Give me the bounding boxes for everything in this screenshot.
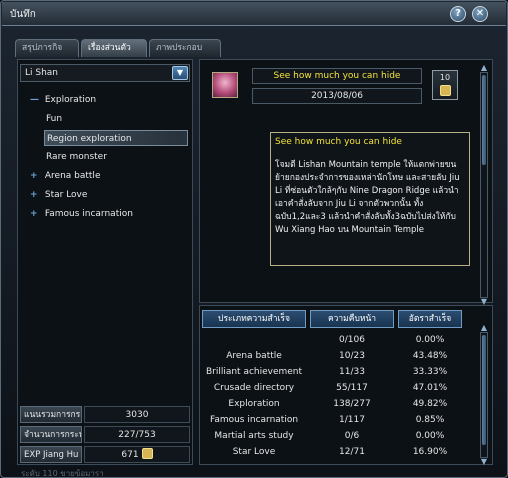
achievement-table: ประเภทความสำเร็จ ความคืบหน้า อัตราสำเร็จ…	[199, 305, 493, 466]
cell-rate: 33.33%	[412, 367, 448, 377]
column-header-category[interactable]: ประเภทความสำเร็จ	[202, 310, 306, 328]
cell-category: Brilliant achievement	[205, 367, 303, 377]
stat-value: 671	[121, 450, 139, 460]
tree-item-exploration[interactable]: — Exploration	[30, 92, 96, 108]
cell-rate: 0.85%	[415, 415, 445, 425]
tree-item-fun[interactable]: Fun	[46, 111, 62, 127]
tree-item-rare-monster[interactable]: Rare monster	[46, 149, 107, 165]
reward-slot[interactable]: 10	[432, 70, 458, 100]
cell-rate: 16.90%	[412, 447, 448, 457]
stat-label: EXP Jiang Hu	[20, 446, 82, 463]
chevron-down-icon[interactable]: ▼	[172, 66, 188, 80]
cell-category: Crusade directory	[213, 383, 295, 393]
collapse-icon[interactable]: —	[30, 92, 42, 108]
character-portrait	[212, 72, 238, 98]
coin-icon	[141, 448, 153, 459]
description-body: โจมตี Lishan Mountain temple ให้แตกพ่ายข…	[275, 160, 460, 235]
cell-progress: 55/117	[336, 383, 368, 393]
stat-value: 3030	[84, 406, 190, 423]
tree-item-label: Star Love	[44, 190, 88, 200]
character-select[interactable]: Li Shan ▼	[20, 64, 190, 82]
description-title: See how much you can hide	[275, 137, 402, 147]
tree-item-famous-incarnation[interactable]: + Famous incarnation	[30, 206, 133, 222]
cell-category: Star Love	[232, 447, 276, 457]
cell-progress: 11/33	[339, 367, 365, 377]
achievement-detail: See how much you can hide 2013/08/06 10 …	[199, 59, 493, 306]
cell-rate: 43.48%	[412, 351, 448, 361]
stat-achievement-count: จำนวนการกระท 227/753	[20, 426, 190, 443]
close-button[interactable]: ✕	[472, 6, 488, 22]
scroll-thumb[interactable]	[482, 335, 486, 445]
cell-category: Martial arts study	[214, 431, 294, 441]
character-select-value: Li Shan	[25, 68, 59, 78]
table-row[interactable]: Arena battle 10/23 43.48%	[200, 348, 470, 364]
cell-category: Arena battle	[226, 351, 282, 361]
cell-progress: 10/23	[339, 351, 365, 361]
cell-rate: 0.00%	[415, 335, 445, 345]
cell-category: Exploration	[228, 399, 280, 409]
cell-category: Famous incarnation	[209, 415, 299, 425]
achievement-window: บันทึก ? ✕ สรุปภารกิจ เรื่องส่วนตัว ภาพป…	[0, 0, 508, 478]
cell-progress: 1/117	[339, 415, 365, 425]
tree-item-label: Arena battle	[44, 171, 101, 181]
category-tree: — Exploration Fun Region exploration Rar…	[18, 88, 192, 388]
stat-total-points: แนนรวมการกระ 3030	[20, 406, 190, 423]
footer-text: ระดับ 110 ขายข้อมารา	[21, 469, 104, 478]
achievement-title: See how much you can hide	[252, 68, 422, 84]
stat-value: 227/753	[84, 426, 190, 443]
cell-progress: 0/6	[344, 431, 360, 441]
scroll-up-icon[interactable]: ▲	[478, 323, 490, 333]
column-header-progress[interactable]: ความคืบหน้า	[310, 310, 394, 328]
stat-exp-jiang-hu: EXP Jiang Hu 671	[20, 446, 190, 463]
title-bar[interactable]: บันทึก ? ✕	[2, 2, 506, 26]
detail-panel: See how much you can hide 2013/08/06 10 …	[199, 59, 493, 466]
reward-count: 10	[439, 73, 451, 82]
table-row[interactable]: Famous incarnation 1/117 0.85%	[200, 412, 470, 428]
window-title: บันทึก	[10, 9, 36, 20]
tree-item-region-exploration[interactable]: Region exploration	[44, 130, 188, 146]
scroll-down-icon[interactable]: ▼	[478, 457, 490, 467]
tab-personal-story[interactable]: เรื่องส่วนตัว	[81, 39, 147, 57]
scroll-up-icon[interactable]: ▲	[478, 63, 490, 73]
stat-value-wrap: 671	[84, 446, 190, 463]
expand-icon[interactable]: +	[30, 206, 42, 222]
table-row[interactable]: Martial arts study 0/6 0.00%	[200, 428, 470, 444]
table-row[interactable]: Brilliant achievement 11/33 33.33%	[200, 364, 470, 380]
stat-label: จำนวนการกระท	[20, 426, 82, 443]
cell-progress: 138/277	[333, 399, 371, 409]
column-header-rate[interactable]: อัตราสำเร็จ	[398, 310, 462, 328]
cell-progress: 12/71	[339, 447, 365, 457]
achievement-date: 2013/08/06	[252, 88, 422, 104]
help-button[interactable]: ?	[450, 6, 466, 22]
scroll-thumb[interactable]	[482, 75, 486, 165]
tree-item-label: Rare monster	[46, 152, 107, 162]
tab-illustrations[interactable]: ภาพประกอบ	[149, 39, 221, 57]
stat-label: แนนรวมการกระ	[20, 406, 82, 423]
table-row[interactable]: Exploration 138/277 49.82%	[200, 396, 470, 412]
cell-rate: 49.82%	[412, 399, 448, 409]
tree-item-label: Region exploration	[47, 134, 132, 144]
table-scrollbar[interactable]: ▲ ▼	[480, 323, 488, 466]
category-panel: Li Shan ▼ — Exploration Fun Region explo…	[17, 59, 193, 465]
cell-progress: 0/106	[339, 335, 365, 345]
table-row[interactable]: 0/106 0.00%	[200, 332, 470, 348]
coin-icon	[439, 85, 451, 96]
table-row[interactable]: Star Love 12/71 16.90%	[200, 444, 470, 460]
expand-icon[interactable]: +	[30, 187, 42, 203]
tree-item-label: Exploration	[44, 95, 97, 105]
tab-quest-summary[interactable]: สรุปภารกิจ	[15, 39, 79, 57]
expand-icon[interactable]: +	[30, 168, 42, 184]
tree-item-arena-battle[interactable]: + Arena battle	[30, 168, 100, 184]
tree-item-label: Fun	[46, 114, 63, 124]
cell-rate: 47.01%	[412, 383, 448, 393]
cell-rate: 0.00%	[415, 431, 445, 441]
tree-item-star-love[interactable]: + Star Love	[30, 187, 87, 203]
tree-item-label: Famous incarnation	[44, 209, 133, 219]
detail-scrollbar[interactable]: ▲ ▼	[480, 63, 488, 306]
description-box: See how much you can hide โจมตี Lishan M…	[270, 132, 470, 266]
table-row[interactable]: Crusade directory 55/117 47.01%	[200, 380, 470, 396]
